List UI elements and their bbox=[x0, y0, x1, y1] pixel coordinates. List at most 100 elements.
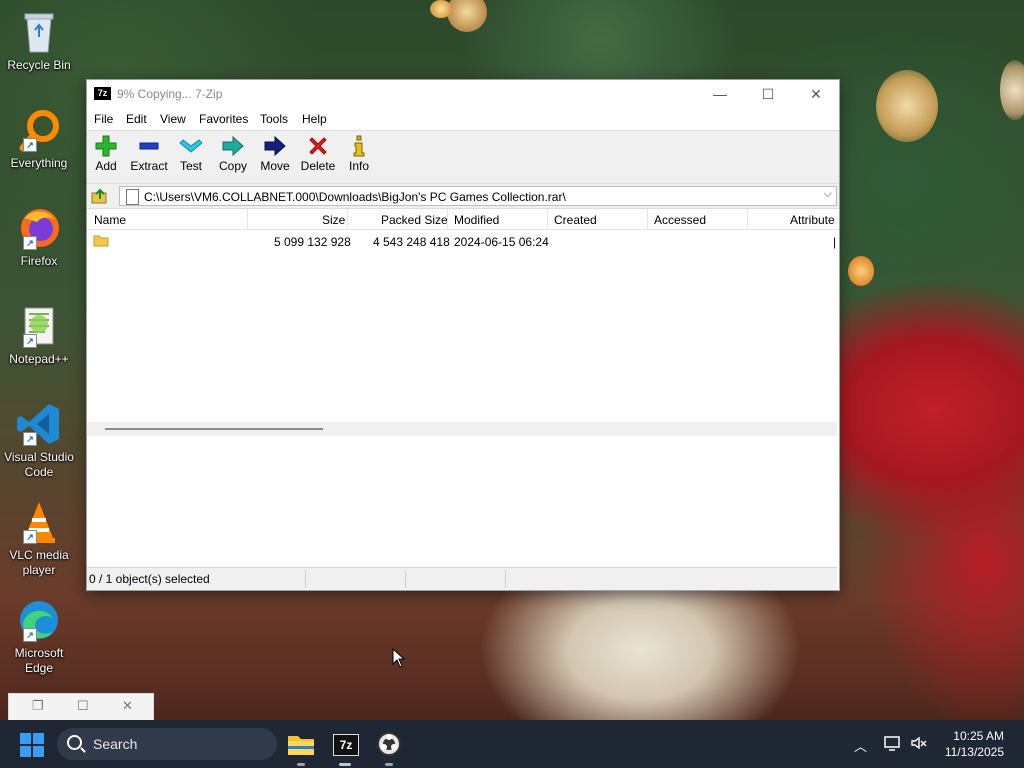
desktop-icon-firefox[interactable]: ↗ Firefox bbox=[4, 204, 74, 269]
info-button[interactable]: Info bbox=[347, 133, 371, 173]
status-divider bbox=[505, 570, 506, 588]
taskbar-obs[interactable] bbox=[373, 728, 405, 766]
toolbar: Add Extract Test Copy Move Delete Info bbox=[87, 130, 839, 184]
column-packed-size[interactable]: Packed Size bbox=[381, 213, 448, 227]
add-plus-icon bbox=[93, 133, 119, 159]
shortcut-arrow-icon: ↗ bbox=[23, 138, 37, 152]
column-divider[interactable] bbox=[547, 209, 548, 229]
address-field[interactable]: C:\Users\VM6.COLLABNET.000\Downloads\Big… bbox=[119, 186, 837, 206]
column-name[interactable]: Name bbox=[94, 213, 126, 227]
bokeh-light bbox=[876, 70, 938, 142]
desktop-icon-vlc[interactable]: ↗ VLC media player bbox=[4, 498, 74, 578]
scrollbar-thumb[interactable] bbox=[105, 428, 323, 430]
address-bar: C:\Users\VM6.COLLABNET.000\Downloads\Big… bbox=[87, 184, 839, 209]
status-text: 0 / 1 object(s) selected bbox=[89, 572, 210, 586]
menu-tools[interactable]: Tools bbox=[260, 112, 288, 126]
column-divider[interactable] bbox=[347, 209, 348, 229]
restore-icon[interactable]: ❐ bbox=[32, 698, 44, 714]
maximize-icon[interactable]: ☐ bbox=[77, 698, 89, 714]
taskbar-file-explorer[interactable] bbox=[285, 728, 317, 766]
menu-edit[interactable]: Edit bbox=[126, 112, 147, 126]
delete-button[interactable]: Delete bbox=[300, 133, 336, 173]
column-attributes[interactable]: Attribute bbox=[790, 213, 835, 227]
info-icon bbox=[347, 133, 371, 159]
extract-label: Extract bbox=[130, 159, 168, 173]
file-icon bbox=[126, 189, 139, 205]
mouse-cursor-icon bbox=[392, 648, 406, 668]
taskbar: Search 7z ︿ 10:25 AM 11/13/2025 bbox=[0, 720, 1024, 768]
copy-button[interactable]: Copy bbox=[218, 133, 248, 173]
desktop-icon-label: Notepad++ bbox=[9, 352, 69, 366]
desktop-icon-label: Microsoft Edge bbox=[14, 646, 64, 675]
status-divider bbox=[305, 570, 306, 588]
search-label: Search bbox=[93, 736, 138, 752]
menu-help[interactable]: Help bbox=[302, 112, 327, 126]
move-arrow-icon bbox=[259, 133, 291, 159]
column-divider[interactable] bbox=[447, 209, 448, 229]
close-icon[interactable]: ✕ bbox=[122, 698, 133, 714]
column-size[interactable]: Size bbox=[322, 213, 345, 227]
copy-arrow-icon bbox=[218, 133, 248, 159]
add-button[interactable]: Add bbox=[93, 133, 119, 173]
folder-up-icon bbox=[91, 188, 107, 204]
row-packed-size: 4 543 248 418 bbox=[373, 235, 450, 249]
taskbar-search[interactable]: Search bbox=[57, 728, 277, 760]
show-hidden-icons-chevron-icon[interactable]: ︿ bbox=[854, 736, 867, 755]
obs-icon bbox=[377, 732, 401, 756]
7zip-icon: 7z bbox=[333, 734, 359, 756]
desktop-icon-label: VLC media player bbox=[9, 548, 69, 577]
edge-icon: ↗ bbox=[15, 596, 63, 644]
network-icon[interactable] bbox=[884, 734, 902, 755]
desktop-icon-notepad-plus-plus[interactable]: ↗ Notepad++ bbox=[4, 302, 74, 367]
maximize-button[interactable]: ☐ bbox=[745, 80, 791, 108]
test-label: Test bbox=[179, 159, 202, 173]
extract-minus-icon bbox=[129, 133, 169, 159]
menu-file[interactable]: File bbox=[94, 112, 113, 126]
active-indicator bbox=[339, 763, 351, 766]
minimized-window-bar[interactable]: ❐ ☐ ✕ bbox=[8, 693, 154, 721]
shortcut-arrow-icon: ↗ bbox=[23, 432, 37, 446]
table-row[interactable]: 5 099 132 928 4 543 248 418 2024-06-15 0… bbox=[87, 230, 837, 252]
volume-muted-icon[interactable] bbox=[910, 734, 928, 755]
column-created[interactable]: Created bbox=[554, 213, 597, 227]
system-clock[interactable]: 10:25 AM 11/13/2025 bbox=[945, 728, 1004, 760]
menu-favorites[interactable]: Favorites bbox=[199, 112, 248, 126]
close-button[interactable]: ✕ bbox=[793, 80, 839, 108]
test-button[interactable]: Test bbox=[178, 133, 204, 173]
running-indicator bbox=[297, 763, 305, 766]
up-folder-button[interactable] bbox=[91, 187, 109, 205]
column-accessed[interactable]: Accessed bbox=[654, 213, 706, 227]
column-divider[interactable] bbox=[647, 209, 648, 229]
taskbar-7zip[interactable]: 7z bbox=[329, 728, 361, 766]
clock-time: 10:25 AM bbox=[953, 729, 1004, 743]
extract-button[interactable]: Extract bbox=[129, 133, 169, 173]
row-attributes: | bbox=[833, 235, 837, 249]
test-check-icon bbox=[178, 133, 204, 159]
row-modified: 2024-06-15 06:24 bbox=[454, 235, 549, 249]
desktop-icon-label: Firefox bbox=[20, 254, 58, 268]
column-modified[interactable]: Modified bbox=[454, 213, 499, 227]
column-divider[interactable] bbox=[747, 209, 748, 229]
shortcut-arrow-icon: ↗ bbox=[23, 530, 37, 544]
desktop-icon-edge[interactable]: ↗ Microsoft Edge bbox=[4, 596, 74, 676]
column-divider[interactable] bbox=[247, 209, 248, 229]
menu-bar: File Edit View Favorites Tools Help bbox=[87, 108, 839, 130]
vlc-icon: ↗ bbox=[15, 498, 63, 546]
move-label: Move bbox=[260, 159, 290, 173]
file-list[interactable]: 5 099 132 928 4 543 248 418 2024-06-15 0… bbox=[87, 230, 839, 548]
menu-view[interactable]: View bbox=[160, 112, 186, 126]
bokeh-light bbox=[447, 0, 487, 32]
chevron-down-icon[interactable]: ⌵ bbox=[824, 188, 832, 201]
desktop-icon-vscode[interactable]: ↗ Visual Studio Code bbox=[4, 400, 74, 480]
move-button[interactable]: Move bbox=[259, 133, 291, 173]
add-label: Add bbox=[95, 159, 117, 173]
vscode-icon: ↗ bbox=[15, 400, 63, 448]
minimize-button[interactable]: — bbox=[697, 80, 743, 108]
shortcut-arrow-icon: ↗ bbox=[23, 236, 37, 250]
start-button[interactable] bbox=[20, 733, 44, 757]
7zip-app-icon: 7z bbox=[94, 87, 111, 100]
horizontal-scrollbar[interactable] bbox=[87, 422, 837, 436]
desktop-icon-recycle-bin[interactable]: Recycle Bin bbox=[4, 8, 74, 73]
desktop-icon-everything[interactable]: ↗ Everything bbox=[4, 106, 74, 171]
title-bar[interactable]: 7z 9% Copying... 7-Zip — ☐ ✕ bbox=[87, 80, 839, 108]
